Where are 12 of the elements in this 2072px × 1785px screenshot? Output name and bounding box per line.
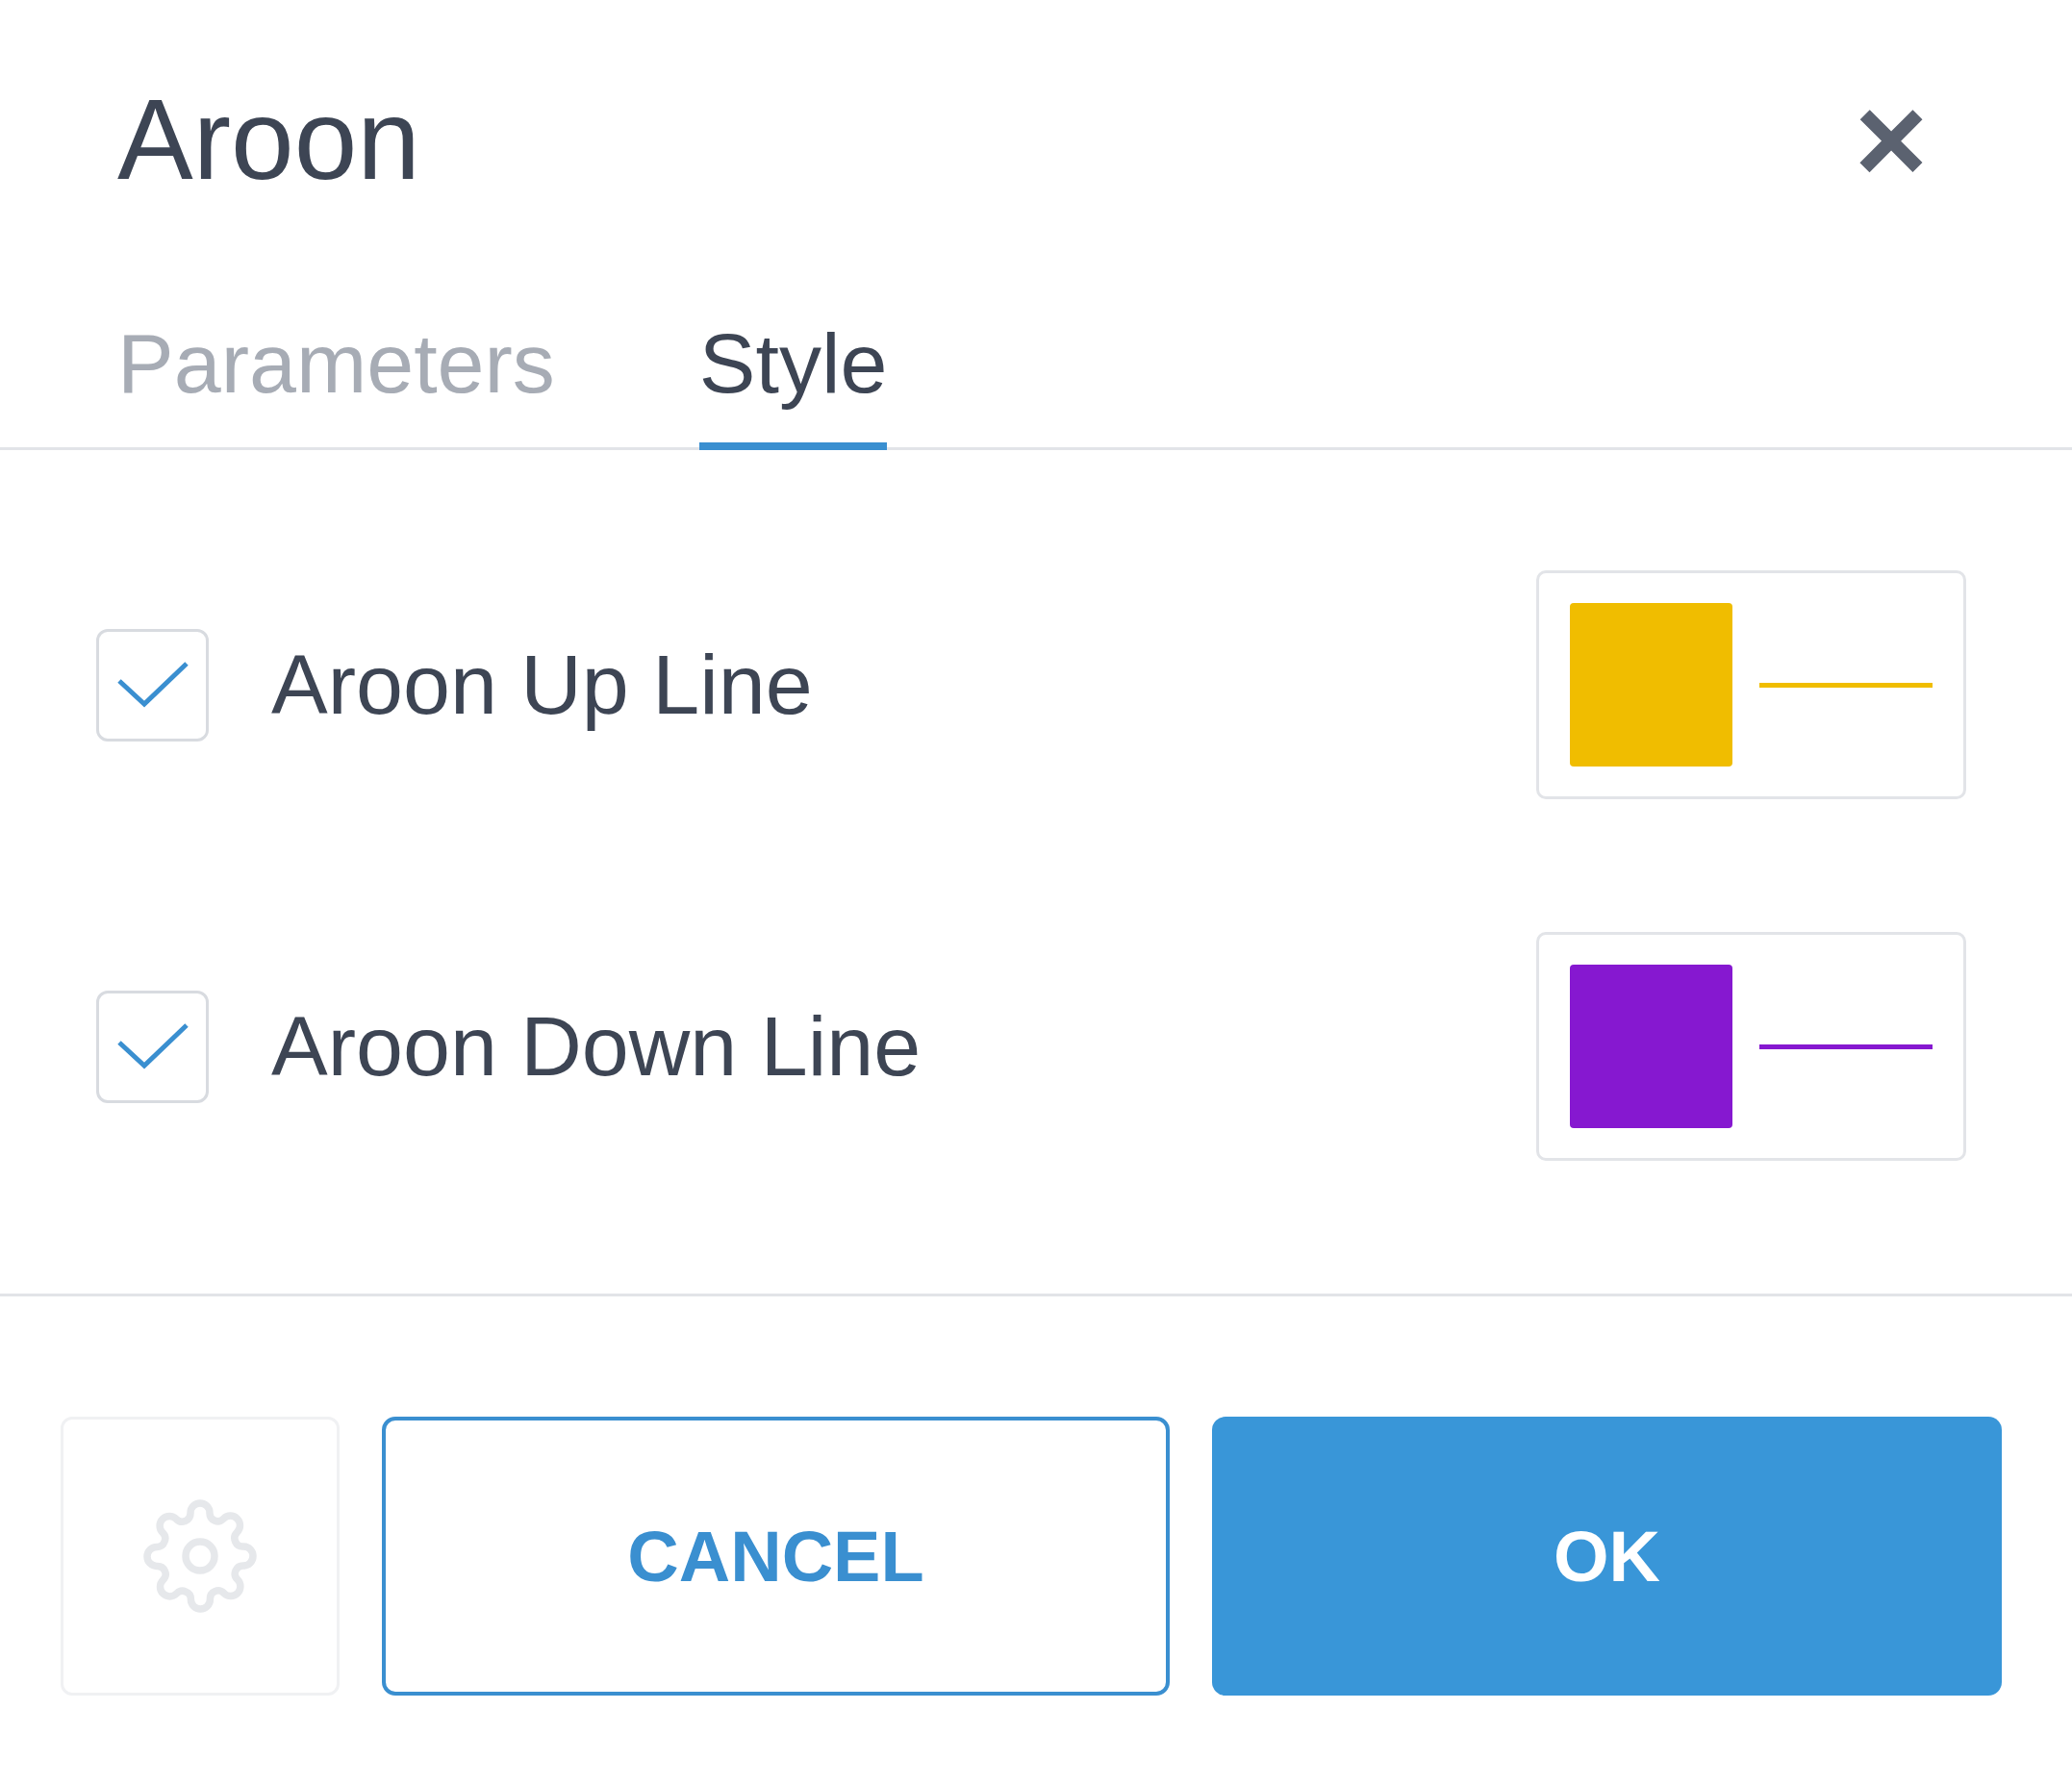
color-picker[interactable] [1536,932,1966,1161]
line-label: Aroon Down Line [271,1004,922,1089]
tab[interactable]: Style [698,321,888,450]
cancel-button[interactable]: CANCEL [382,1417,1170,1696]
color-picker[interactable] [1536,570,1966,799]
settings-icon [142,1498,258,1614]
tab[interactable]: Parameters [117,321,555,450]
close-button[interactable]: × [1855,77,1928,202]
checkbox[interactable] [96,628,209,742]
dialog-title: Aroon [117,83,420,196]
checkbox[interactable] [96,990,209,1103]
ok-button[interactable]: OK [1212,1417,2002,1696]
